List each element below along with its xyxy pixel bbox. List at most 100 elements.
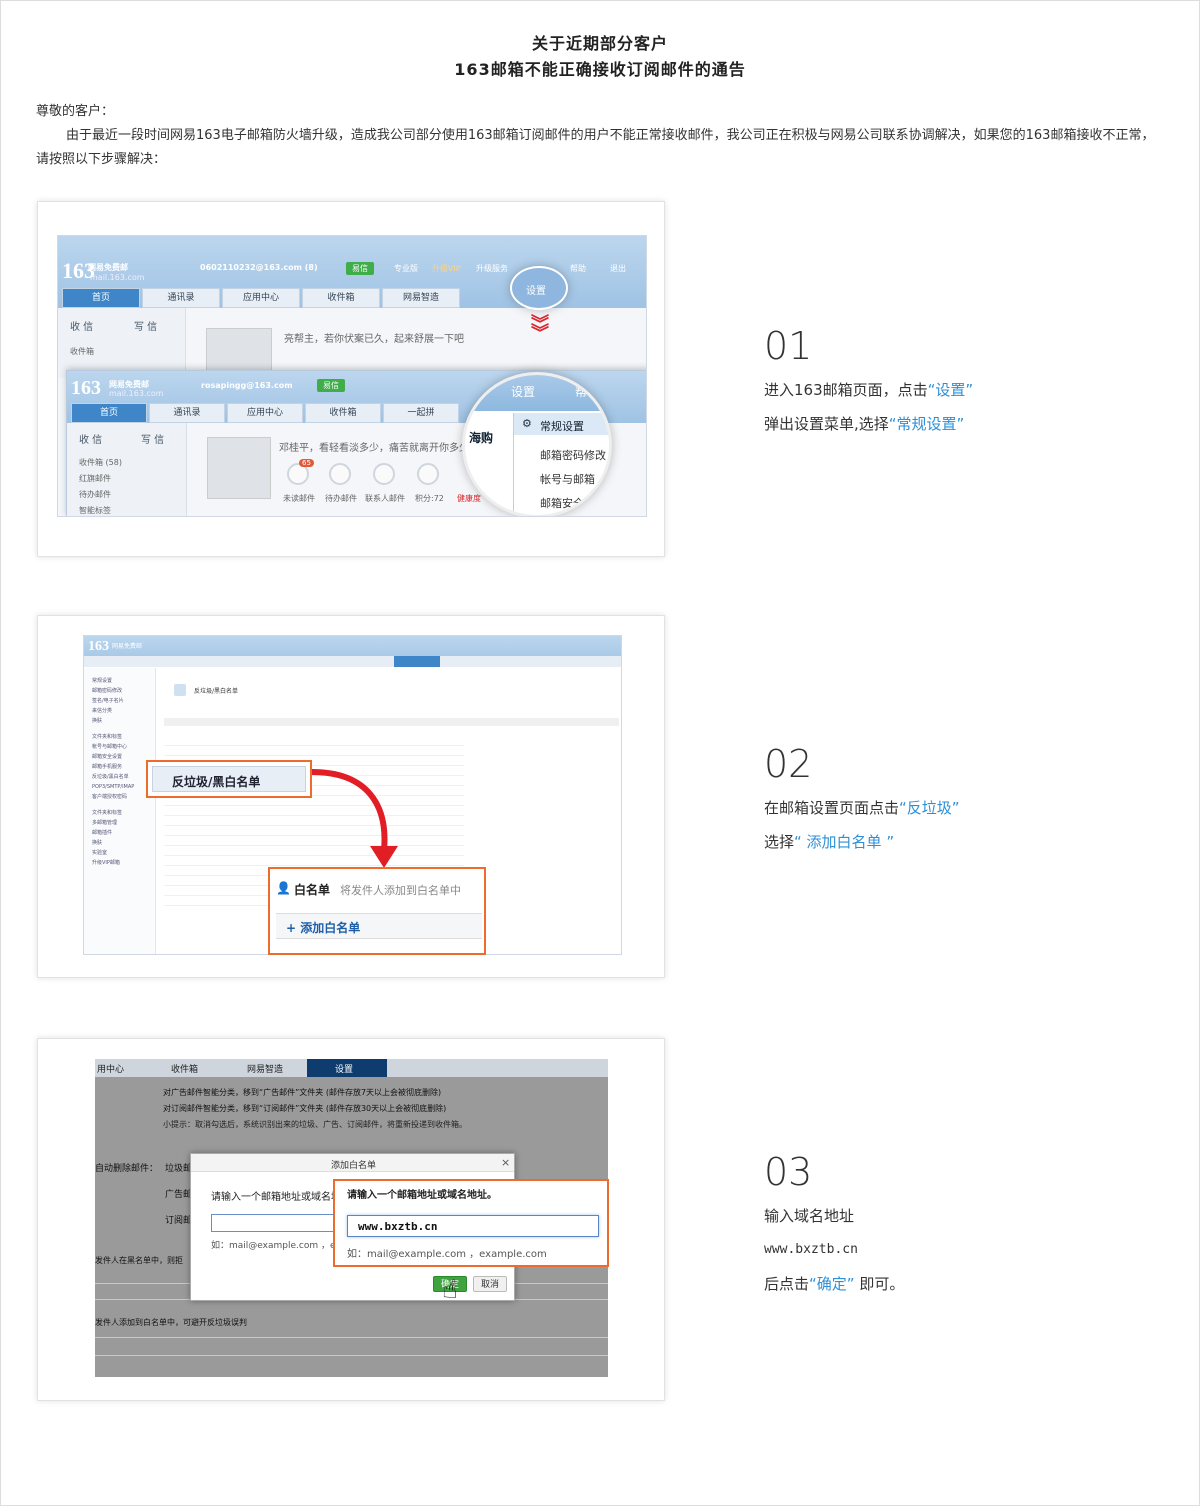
todo-clock-icon[interactable] [329, 463, 351, 485]
mag-settings-label[interactable]: 设置 [511, 383, 535, 400]
inbox-label-back[interactable]: 收件箱 [70, 346, 94, 357]
antispam-callout-label[interactable]: 反垃圾/黑白名单 [172, 773, 260, 790]
nav-item[interactable]: POP3/SMTP/IMAP [92, 782, 134, 792]
tab-home-front[interactable]: 首页 [71, 403, 147, 423]
user-icon: 👤 [276, 881, 291, 895]
step2-line2-highlight: “ 添加白名单 ” [794, 833, 895, 851]
tab-home[interactable]: 首页 [62, 288, 140, 308]
step1-line1-highlight: “设置” [927, 381, 974, 399]
nav-item[interactable]: 升级VIP邮箱 [92, 858, 134, 868]
link-logout[interactable]: 退出 [610, 263, 626, 274]
sidebar-item-inbox[interactable]: 收件箱 (58) [79, 457, 122, 468]
nav-item[interactable]: 多邮箱管理 [92, 818, 134, 828]
greeting: 尊敬的客户： [36, 104, 115, 119]
contact-mail-icon[interactable] [373, 463, 395, 485]
step1-line1-text: 进入163邮箱页面，点击 [764, 381, 928, 399]
yixin-button[interactable]: 易信 [346, 262, 374, 275]
link-pro[interactable]: 专业版 [394, 263, 418, 274]
logo-sub-settings: 网易免费邮 [112, 643, 143, 650]
sidebar-item-flagged[interactable]: 红旗邮件 [79, 473, 111, 484]
tab-inbox-front[interactable]: 收件箱 [305, 403, 381, 423]
nav-item[interactable]: 文件夹和标签 [92, 808, 134, 818]
step2-line2-text: 选择 [764, 833, 795, 851]
dialog-input-partial[interactable] [211, 1214, 341, 1232]
tab-pin-front[interactable]: 一起拼 [383, 403, 459, 423]
blacklist-note: 发件人在黑名单中，则拒 [95, 1256, 183, 1265]
domain-input[interactable]: www.bxztb.cn [347, 1215, 599, 1237]
menu-item-general[interactable]: 常规设置 [540, 418, 584, 434]
check-subscription[interactable]: 对订阅邮件智能分类，移到“订阅邮件”文件夹 (邮件存放30天以上会被彻底删除) [163, 1103, 446, 1114]
nav-item[interactable]: 邮箱密码修改 [92, 686, 134, 696]
sidebar-item-tags[interactable]: 智能标签 [79, 505, 111, 516]
step3-text: 03 输入域名地址 www.bxztb.cn 后点击“确定” 即可。 [764, 1152, 1164, 1294]
dim-tab-apps[interactable]: 用中心 [97, 1062, 124, 1075]
step2-number: 02 [764, 742, 813, 786]
domain-input-callout: 请输入一个邮箱地址或域名地址。 www.bxztb.cn 如：mail@exam… [333, 1179, 609, 1267]
receive-button-back[interactable]: 收 信 [70, 318, 93, 333]
nav-item[interactable]: 邮箱插件 [92, 828, 134, 838]
settings-menu-magnifier: 设置 帮 海购 ⚙ 常规设置 邮箱密码修改 帐号与邮箱 邮箱安全 [462, 372, 612, 516]
nav-item[interactable]: 换肤 [92, 716, 134, 726]
step2-screenshot-card: 163 网易免费邮 常规设置 邮箱密码修改 签名/电子名片 来信分类 换肤 文件… [37, 615, 665, 978]
tab-zhizao[interactable]: 网易智造 [382, 288, 460, 308]
menu-item-security[interactable]: 邮箱安全 [540, 495, 584, 511]
tab-contacts[interactable]: 通讯录 [142, 288, 220, 308]
account-name: 0602110232@163.com (8) [200, 263, 318, 272]
link-help[interactable]: 帮助 [570, 263, 586, 274]
link-vip[interactable]: 升级VIP [432, 263, 461, 274]
tab-settings-active[interactable] [394, 656, 440, 667]
dim-tab-inbox[interactable]: 收件箱 [171, 1062, 198, 1075]
nav-item[interactable]: 邮箱手机服务 [92, 762, 134, 772]
step1-line2-text: 弹出设置菜单,选择 [764, 415, 889, 433]
cancel-button[interactable]: 取消 [473, 1276, 507, 1292]
link-upgrade[interactable]: 升级服务 [476, 263, 508, 274]
tab-contacts-front[interactable]: 通讯录 [149, 403, 225, 423]
row-divider [95, 1355, 608, 1356]
whitelist-desc: 将发件人添加到白名单中 [340, 884, 461, 897]
nav-item[interactable]: 换肤 [92, 838, 134, 848]
tab-inbox[interactable]: 收件箱 [302, 288, 380, 308]
dialog-example: 如：mail@example.com ，e [211, 1241, 336, 1251]
nav-item[interactable]: 来信分类 [92, 706, 134, 716]
points-icon[interactable] [417, 463, 439, 485]
nav-item[interactable]: 签名/电子名片 [92, 696, 134, 706]
row-divider [95, 1337, 608, 1338]
sidebar-item-todo[interactable]: 待办邮件 [79, 489, 111, 500]
step3-line3-text: 后点击 [764, 1275, 810, 1293]
greeting-front: 邓桂平，看轻看淡多少，痛苦就离开你多少 [279, 443, 469, 454]
nav-item[interactable]: 邮箱安全设置 [92, 752, 134, 762]
dim-tab-zhizao[interactable]: 网易智造 [247, 1062, 283, 1075]
step1-number: 01 [764, 324, 813, 368]
logo-sub: 网易免费邮 [88, 263, 128, 272]
check-ad[interactable]: 对广告邮件智能分类，移到“广告邮件”文件夹 (邮件存放7天以上会被彻底删除) [163, 1087, 441, 1098]
tab-apps[interactable]: 应用中心 [222, 288, 300, 308]
write-button-back[interactable]: 写 信 [134, 318, 157, 333]
section-band [164, 718, 619, 726]
settings-tabs-row [84, 656, 621, 667]
label-health: 健康度 [457, 494, 481, 503]
trash-label: 垃圾邮 [165, 1164, 193, 1174]
yixin-button-front[interactable]: 易信 [317, 379, 345, 392]
nav-item[interactable]: 帐号与邮箱中心 [92, 742, 134, 752]
write-button[interactable]: 写 信 [141, 431, 164, 446]
menu-item-account[interactable]: 帐号与邮箱 [540, 471, 595, 487]
tab-apps-front[interactable]: 应用中心 [227, 403, 303, 423]
step1-line1: 进入163邮箱页面，点击“设置” [764, 380, 1164, 400]
receive-button[interactable]: 收 信 [79, 431, 102, 446]
settings-button[interactable]: 设置 [526, 282, 546, 297]
mag-help-label[interactable]: 帮 [575, 383, 587, 400]
label-unread: 未读邮件 [283, 494, 315, 503]
nav-item[interactable]: 文件夹和标签 [92, 732, 134, 742]
nav-item[interactable]: 客户端授权密码 [92, 792, 134, 802]
account-name-front: rosapingg@163.com [201, 381, 293, 390]
logo-163-front: 163 [71, 377, 101, 399]
dialog-prompt: 请输入一个邮箱地址或域名地 [211, 1192, 341, 1203]
nav-item[interactable]: 常规设置 [92, 676, 134, 686]
nav-item[interactable]: 实验室 [92, 848, 134, 858]
dim-tab-settings[interactable]: 设置 [335, 1062, 353, 1075]
close-icon[interactable]: × [501, 1156, 510, 1169]
menu-item-password[interactable]: 邮箱密码修改 [540, 447, 606, 463]
antispam-callout: 反垃圾/黑白名单 [146, 760, 312, 798]
add-whitelist-button[interactable]: + 添加白名单 [286, 919, 360, 936]
nav-item-antispam[interactable]: 反垃圾/黑白名单 [92, 772, 134, 782]
